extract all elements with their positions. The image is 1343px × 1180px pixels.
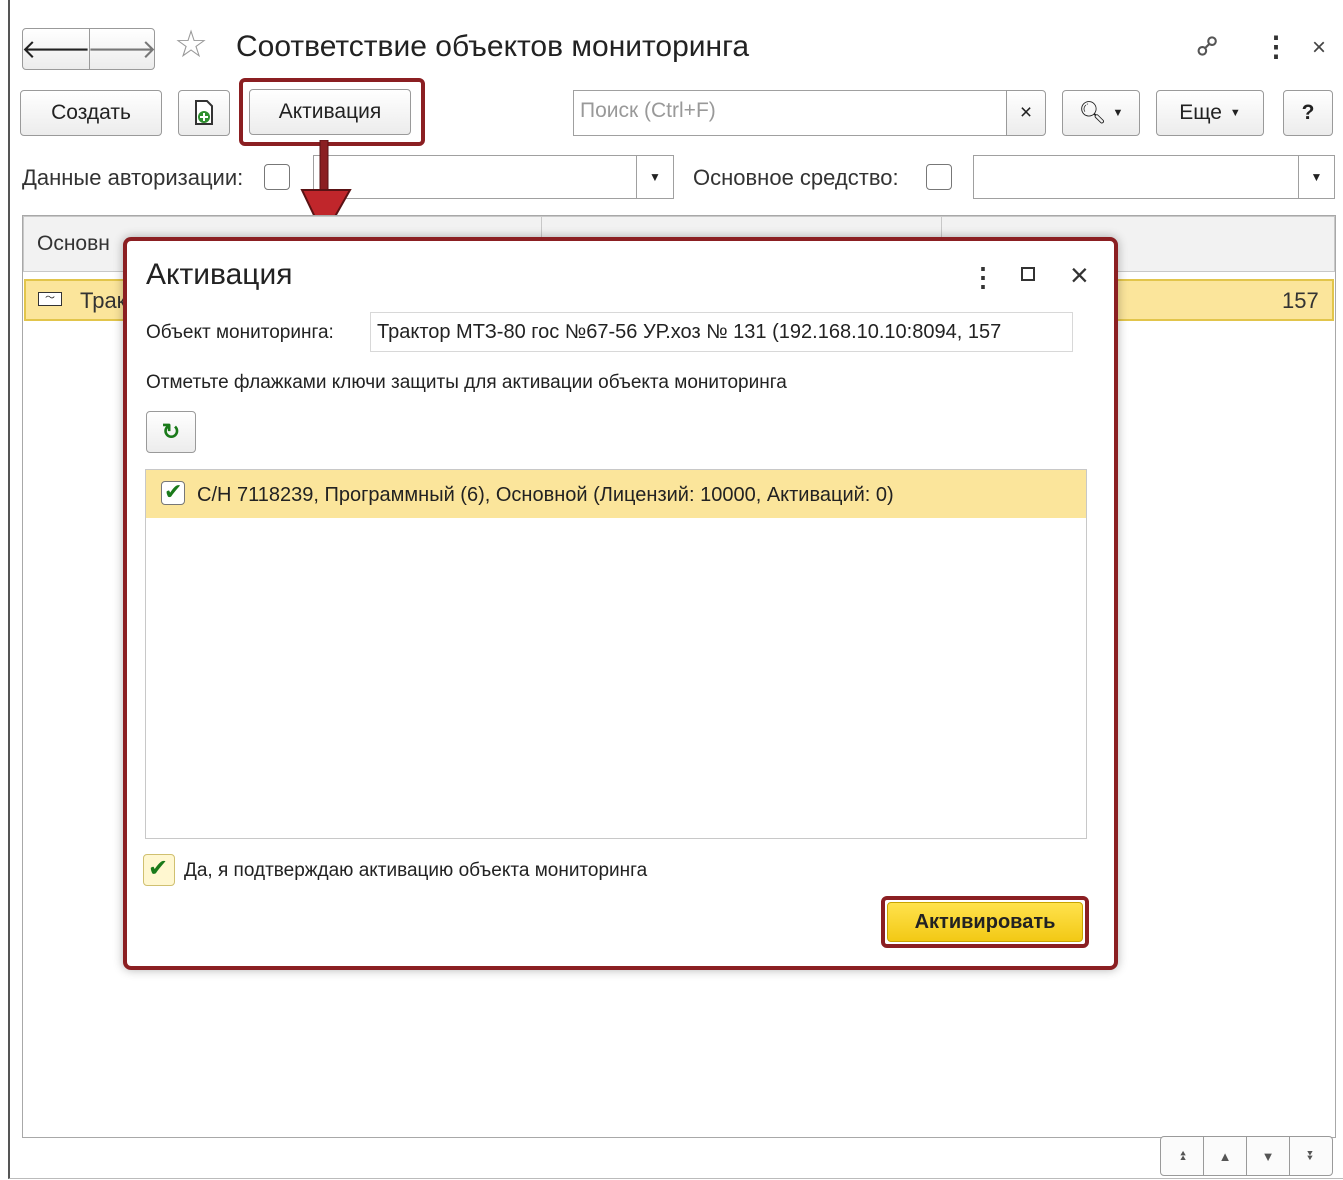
row-type-icon: 〜 <box>38 292 62 306</box>
more-vert-icon[interactable]: ⋮ <box>1262 30 1290 63</box>
search-clear-button[interactable]: × <box>1006 90 1046 136</box>
more-button[interactable]: Еще ▼ <box>1156 90 1264 136</box>
checkmark-icon: ✔ <box>148 855 169 882</box>
auth-filter-label: Данные авторизации: <box>22 165 244 190</box>
chevron-down-icon: ▼ <box>1112 107 1124 119</box>
create-button[interactable]: Создать <box>20 90 162 136</box>
grid-cell-number: 157 <box>1282 288 1319 313</box>
dialog-more-icon[interactable]: ⋮ <box>970 262 996 293</box>
auth-filter-dropdown-icon[interactable]: ▼ <box>636 156 673 198</box>
asset-filter-checkbox[interactable] <box>926 164 952 190</box>
monitoring-object-value: Трактор МТЗ-80 гос №67-56 УР.хоз № 131 (… <box>377 321 1002 343</box>
grid-column-header[interactable]: Основн <box>37 232 110 256</box>
refresh-button[interactable]: ↻ <box>146 411 196 453</box>
monitoring-object-label: Объект мониторинга: <box>146 322 334 343</box>
help-button[interactable]: ? <box>1283 90 1333 136</box>
scroll-first-button[interactable]: ⏫︎ <box>1160 1136 1204 1176</box>
confirm-label: Да, я подтверждаю активацию объекта мони… <box>184 860 648 881</box>
dialog-close-icon[interactable]: × <box>1070 257 1089 294</box>
activate-button[interactable]: Активация <box>249 89 411 135</box>
window-title: Соответствие объектов мониторинга <box>236 30 750 63</box>
dialog-maximize-icon[interactable] <box>1021 267 1035 281</box>
more-label: Еще <box>1179 101 1222 124</box>
checkmark-icon: ✔ <box>164 479 183 504</box>
copy-document-button[interactable] <box>178 90 230 136</box>
refresh-icon: ↻ <box>161 419 181 444</box>
asset-filter-dropdown-icon[interactable]: ▼ <box>1298 156 1334 198</box>
star-icon[interactable]: ☆ <box>174 26 208 64</box>
scroll-up-button[interactable]: ▲ <box>1203 1136 1247 1176</box>
instruction-text: Отметьте флажками ключи защиты для актив… <box>146 372 787 393</box>
search-button[interactable]: 🔍︎ ▼ <box>1062 90 1140 136</box>
auth-filter-select[interactable] <box>313 155 674 199</box>
back-button[interactable]: 🡐 <box>21 28 91 70</box>
asset-filter-select[interactable] <box>973 155 1335 199</box>
close-window-icon[interactable]: × <box>1312 34 1326 62</box>
chevron-down-icon: ▼ <box>1229 107 1241 119</box>
scroll-down-button[interactable]: ▼ <box>1246 1136 1290 1176</box>
confirm-checkbox[interactable]: ✔ <box>143 854 175 886</box>
key-checkbox[interactable]: ✔ <box>161 481 185 505</box>
scroll-last-button[interactable]: ⏬︎ <box>1289 1136 1333 1176</box>
dialog-title: Активация <box>146 258 293 291</box>
activate-submit-button[interactable]: Активировать <box>887 902 1083 942</box>
document-add-icon <box>195 100 213 125</box>
search-input[interactable]: Поиск (Ctrl+F) <box>573 90 1009 136</box>
monitoring-object-field[interactable]: Трактор МТЗ-80 гос №67-56 УР.хоз № 131 (… <box>370 312 1073 352</box>
asset-filter-label: Основное средство: <box>693 165 899 190</box>
auth-filter-checkbox[interactable] <box>264 164 290 190</box>
keys-list <box>145 469 1087 839</box>
key-label: С/Н 7118239, Программный (6), Основной (… <box>197 484 894 506</box>
forward-button[interactable]: 🡒 <box>87 28 157 70</box>
grid-cell: Трак <box>80 288 127 313</box>
search-icon: 🔍︎ <box>1078 100 1107 125</box>
